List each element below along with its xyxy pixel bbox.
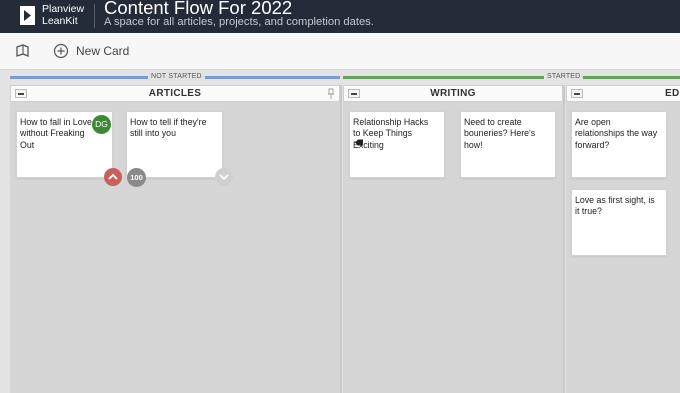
card[interactable]: Are open relationships the way forward?: [571, 111, 667, 178]
card-title: Are open relationships the way forward?: [575, 117, 658, 150]
header-divider: [94, 4, 95, 28]
toolbar: New Card: [0, 33, 680, 70]
lane-title-articles: ARTICLES: [148, 88, 202, 99]
brand-line-planview: Planview: [42, 3, 85, 15]
tag-icon: [355, 139, 363, 146]
card[interactable]: Need to create bouneries? Here's how!: [460, 111, 556, 178]
card-count-badge: 100: [127, 168, 146, 187]
brand-name: Planview LeanKit: [42, 3, 85, 27]
lane-editing: EDI Are open relationships the way forwa…: [566, 85, 680, 393]
group-label-not-started: NOT STARTED: [148, 73, 205, 80]
planview-logo-icon: [20, 6, 35, 25]
avatar[interactable]: DG: [92, 115, 111, 134]
card-title: Need to create bouneries? Here's how!: [464, 117, 536, 150]
chevron-down-icon: [219, 174, 229, 181]
lane-title-writing: WRITING: [430, 88, 476, 99]
lane-header-writing: WRITING: [343, 85, 563, 102]
app-header: Planview LeanKit Content Flow For 2022 A…: [0, 0, 680, 33]
lane-writing: WRITING Relationship Hacks to Keep Thing…: [343, 85, 563, 393]
kanban-board: NOT STARTED STARTED ARTICLES How to fall…: [0, 71, 680, 393]
pin-icon[interactable]: [327, 88, 335, 100]
brand-line-leankit: LeanKit: [42, 14, 78, 27]
lane-header-editing: EDI: [566, 85, 680, 102]
lane-articles: ARTICLES How to fall in Love without Fre…: [10, 85, 340, 393]
board-subtitle: A space for all articles, projects, and …: [104, 16, 374, 28]
lane-title-editing: EDI: [665, 88, 680, 99]
lane-divider: [563, 85, 565, 393]
scroll-down-button[interactable]: [215, 168, 233, 186]
board-view-icon[interactable]: [15, 43, 31, 59]
card[interactable]: How to fall in Love without Freaking Out…: [16, 111, 113, 178]
collapse-lane-button[interactable]: [571, 89, 583, 98]
card-title: How to tell if they're still into you: [130, 117, 207, 139]
card-title: Relationship Hacks to Keep Things Exciti…: [353, 117, 429, 150]
lane-divider: [340, 85, 342, 393]
chevron-up-icon: [108, 173, 118, 180]
card[interactable]: Relationship Hacks to Keep Things Exciti…: [349, 111, 445, 178]
card-title: Love as first sight, is it true?: [575, 195, 655, 217]
card-title: How to fall in Love without Freaking Out: [20, 117, 92, 150]
card[interactable]: Love as first sight, is it true?: [571, 189, 667, 256]
new-card-button[interactable]: New Card: [76, 44, 129, 58]
add-circle-icon[interactable]: [53, 43, 69, 59]
group-label-started: STARTED: [544, 73, 584, 80]
scroll-up-button[interactable]: [104, 168, 122, 186]
lane-header-articles: ARTICLES: [10, 85, 340, 102]
group-bar-started: [343, 76, 680, 79]
